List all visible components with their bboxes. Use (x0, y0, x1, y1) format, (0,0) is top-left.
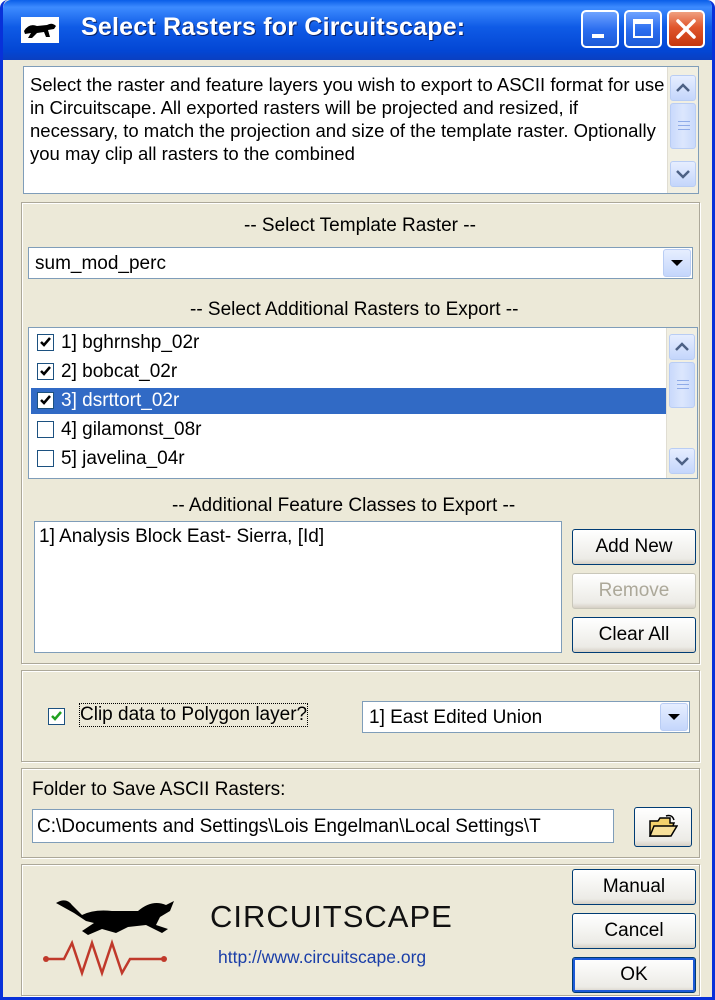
footer-panel: CIRCUITSCAPE http://www.circuitscape.org… (21, 864, 700, 996)
raster-label: 3] dsrttort_02r (61, 390, 180, 411)
ok-button[interactable]: OK (572, 957, 696, 993)
raster-list-item[interactable]: 4] gilamonst_08r (31, 417, 667, 443)
instructions-textbox[interactable]: Select the raster and feature layers you… (23, 66, 699, 194)
scroll-thumb[interactable] (670, 103, 696, 149)
template-raster-value: sum_mod_perc (35, 253, 166, 274)
clear-all-button[interactable]: Clear All (572, 617, 696, 653)
close-icon (676, 19, 696, 39)
close-button[interactable] (667, 10, 705, 48)
raster-label: 4] gilamonst_08r (61, 419, 202, 440)
clip-panel: Clip data to Polygon layer? 1] East Edit… (21, 670, 700, 762)
scroll-down-button[interactable] (670, 161, 696, 187)
clip-checkbox-label: Clip data to Polygon layer? (78, 703, 309, 727)
clip-layer-value: 1] East Edited Union (369, 707, 543, 728)
manual-button[interactable]: Manual (572, 869, 696, 905)
cancel-button[interactable]: Cancel (572, 913, 696, 949)
chevron-up-icon (676, 83, 690, 92)
chevron-down-icon (671, 260, 683, 266)
raster-list-item[interactable]: 3] dsrttort_02r (31, 388, 667, 414)
clip-layer-select[interactable]: 1] East Edited Union (362, 701, 690, 733)
window-title: Select Rasters for Circuitscape: (81, 13, 466, 41)
website-link[interactable]: http://www.circuitscape.org (218, 947, 426, 968)
circuitscape-dialog: Select Rasters for Circuitscape: Select … (0, 0, 715, 1000)
raster-checkbox[interactable] (37, 363, 54, 380)
clip-checkbox-box[interactable] (48, 708, 65, 725)
raster-checkbox[interactable] (37, 334, 54, 351)
raster-list-item[interactable]: 1] bghrnshp_02r (31, 330, 667, 356)
clip-layer-dropdown-button[interactable] (660, 703, 688, 731)
template-dropdown-button[interactable] (663, 249, 691, 277)
raster-checkbox[interactable] (37, 392, 54, 409)
maximize-icon (633, 19, 653, 38)
title-bar[interactable]: Select Rasters for Circuitscape: (3, 0, 712, 60)
folder-label: Folder to Save ASCII Rasters: (32, 779, 286, 800)
raster-label: 1] bghrnshp_02r (61, 332, 200, 353)
chevron-down-icon (676, 170, 690, 179)
add-new-button[interactable]: Add New (572, 529, 696, 565)
chevron-up-icon (675, 342, 689, 351)
raster-checkbox[interactable] (37, 450, 54, 467)
raster-list-item[interactable]: 5] javelina_04r (31, 446, 667, 472)
browse-folder-button[interactable] (634, 807, 692, 847)
scroll-thumb[interactable] (669, 362, 695, 408)
checkmark-icon (40, 395, 51, 405)
open-folder-icon (648, 814, 679, 837)
clip-checkbox[interactable]: Clip data to Polygon layer? (48, 703, 348, 730)
minimize-icon (592, 34, 604, 38)
remove-button[interactable]: Remove (572, 573, 696, 609)
instructions-text: Select the raster and feature layers you… (30, 74, 665, 164)
layers-panel: -- Select Template Raster -- sum_mod_per… (21, 202, 700, 664)
folder-path-text: C:\Documents and Settings\Lois Engelman\… (37, 816, 541, 837)
cat-app-icon (21, 17, 59, 43)
template-heading: -- Select Template Raster -- (244, 215, 476, 236)
raster-label: 5] javelina_04r (61, 448, 185, 469)
checkmark-icon (40, 366, 51, 376)
folder-panel: Folder to Save ASCII Rasters: C:\Documen… (21, 768, 700, 858)
features-heading: -- Additional Feature Classes to Export … (172, 495, 516, 516)
chevron-down-icon (668, 714, 680, 720)
raster-list-item[interactable]: 2] bobcat_02r (31, 359, 667, 385)
maximize-button[interactable] (624, 10, 662, 48)
circuitscape-logo-icon (43, 900, 174, 977)
scroll-up-button[interactable] (669, 334, 695, 360)
checkmark-icon (40, 337, 51, 347)
raster-checkbox[interactable] (37, 421, 54, 438)
rasters-heading: -- Select Additional Rasters to Export -… (190, 299, 519, 320)
chevron-down-icon (675, 457, 689, 466)
feature-list-item[interactable]: 1] Analysis Block East- Sierra, [Id] (39, 526, 324, 548)
template-raster-select[interactable]: sum_mod_perc (28, 247, 693, 279)
scroll-up-button[interactable] (670, 75, 696, 101)
features-listbox[interactable]: 1] Analysis Block East- Sierra, [Id] (34, 521, 562, 653)
scroll-down-button[interactable] (669, 448, 695, 474)
rasters-scrollbar[interactable] (666, 328, 697, 478)
instructions-scrollbar[interactable] (667, 67, 698, 193)
checkmark-icon (51, 711, 62, 721)
minimize-button[interactable] (581, 10, 619, 48)
raster-label: 2] bobcat_02r (61, 361, 178, 382)
folder-path-input[interactable]: C:\Documents and Settings\Lois Engelman\… (32, 809, 614, 843)
rasters-listbox[interactable]: 1] bghrnshp_02r 2] bobcat_02r 3] dsrttort_… (28, 327, 698, 479)
brand-name: CIRCUITSCAPE (210, 899, 453, 934)
